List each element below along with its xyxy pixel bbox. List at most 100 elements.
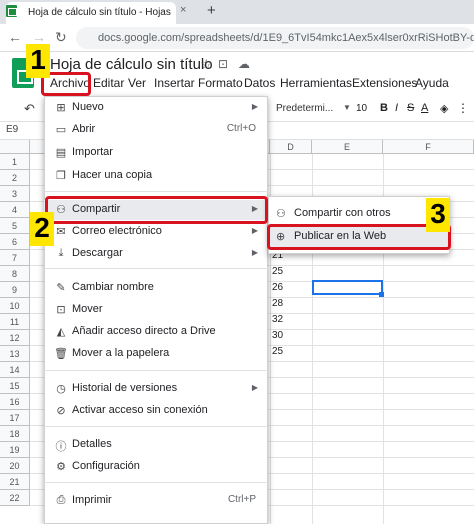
row-header[interactable]: 2 (0, 170, 30, 186)
menu-item-cambiar-nombre[interactable]: ✎ Cambiar nombre (44, 278, 268, 298)
menu-item-correo[interactable]: ✉ Correo electrónico ▶ (44, 222, 268, 242)
sheets-favicon-icon (6, 5, 17, 17)
chevron-down-icon[interactable]: ▼ (343, 103, 351, 112)
menu-divider (44, 191, 268, 192)
cell-d10[interactable]: 28 (272, 298, 283, 309)
menu-item-mover[interactable]: ⊡ Mover (44, 300, 268, 320)
menu-divider (44, 482, 268, 483)
row-header[interactable]: 1 (0, 154, 30, 170)
back-arrow-icon[interactable]: ← (8, 29, 22, 45)
column-header-f[interactable]: F (383, 140, 474, 154)
row-header[interactable]: 14 (0, 362, 30, 378)
row-header[interactable]: 7 (0, 250, 30, 266)
font-select[interactable]: Predetermi... (276, 103, 333, 114)
row-header[interactable]: 12 (0, 330, 30, 346)
move-folder-icon[interactable]: ⊡ (218, 57, 228, 71)
row-header[interactable]: 21 (0, 474, 30, 490)
row-header[interactable]: 9 (0, 282, 30, 298)
row-header[interactable]: 8 (0, 266, 30, 282)
fill-color-icon[interactable]: ◈ (440, 102, 448, 115)
gear-icon: ⚙ (56, 461, 66, 473)
select-all-corner[interactable] (0, 140, 30, 154)
menu-item-hacer-copia[interactable]: ❐ Hacer una copia (44, 166, 268, 186)
browser-tab[interactable]: Hoja de cálculo sin título - Hojas (6, 2, 176, 24)
trash-icon: 🗑 (54, 348, 68, 360)
column-header-e[interactable]: E (312, 140, 383, 154)
step-badge-3: 3 (426, 198, 450, 232)
menu-item-imprimir[interactable]: ⎙ Imprimir Ctrl+P (44, 491, 268, 511)
menu-item-label: Historial de versiones (72, 382, 178, 394)
menu-item-label: Descargar (72, 247, 123, 259)
row-header[interactable]: 6 (0, 234, 30, 250)
row-header[interactable]: 17 (0, 410, 30, 426)
forward-arrow-icon[interactable]: → (32, 29, 46, 45)
document-title[interactable]: Hoja de cálculo sin título (50, 56, 213, 73)
selected-cell-e9[interactable] (312, 280, 383, 295)
menu-item-nuevo[interactable]: ⊞ Nuevo ▶ (44, 98, 268, 118)
cloud-status-icon[interactable]: ☁ (238, 57, 250, 71)
cell-d11[interactable]: 32 (272, 314, 283, 325)
reload-icon[interactable]: ↻ (55, 29, 67, 46)
tab-close-icon[interactable]: × (180, 4, 186, 16)
name-box[interactable]: E9 (6, 124, 18, 135)
menu-item-papelera[interactable]: 🗑 Mover a la papelera (44, 344, 268, 364)
star-icon[interactable]: ☆ (200, 56, 213, 73)
cell-d13[interactable]: 25 (272, 346, 283, 357)
menu-item-acceso-directo[interactable]: ◭ Añadir acceso directo a Drive (44, 322, 268, 342)
row-header[interactable]: 22 (0, 490, 30, 506)
row-header[interactable]: 20 (0, 458, 30, 474)
url-input[interactable]: docs.google.com/spreadsheets/d/1E9_6TvI5… (76, 27, 474, 49)
menu-extensiones[interactable]: Extensiones (352, 76, 417, 90)
row-header[interactable]: 15 (0, 378, 30, 394)
menu-item-descargar[interactable]: ⤓ Descargar ▶ (44, 244, 268, 264)
strikethrough-icon[interactable]: S (407, 102, 414, 114)
menu-datos[interactable]: Datos (244, 76, 275, 90)
row-header[interactable]: 11 (0, 314, 30, 330)
cell-d9[interactable]: 26 (272, 282, 283, 293)
move-folder-icon: ⊡ (56, 304, 66, 316)
row-header[interactable]: 3 (0, 186, 30, 202)
menu-item-detalles[interactable]: ⓘ Detalles (44, 435, 268, 455)
menu-item-label: Activar acceso sin conexión (72, 404, 208, 416)
fill-handle[interactable] (379, 292, 384, 297)
step-badge-1: 1 (26, 44, 50, 78)
menu-formato[interactable]: Formato (198, 76, 243, 90)
menu-item-importar[interactable]: ▤ Importar (44, 143, 268, 163)
shortcut-label: Ctrl+O (226, 123, 256, 134)
row-header[interactable]: 4 (0, 202, 30, 218)
font-size-select[interactable]: 10 (356, 103, 367, 114)
bold-icon[interactable]: B (380, 102, 388, 114)
menu-ayuda[interactable]: Ayuda (415, 76, 449, 90)
menu-divider (44, 268, 268, 269)
chevron-right-icon: ▶ (251, 102, 258, 111)
menu-item-label: Cambiar nombre (72, 281, 154, 293)
plus-square-icon: ⊞ (56, 102, 66, 114)
submenu-compartir-con-otros[interactable]: ⚇ Compartir con otros (268, 204, 450, 224)
undo-icon[interactable]: ↶ (24, 101, 35, 117)
cell-d12[interactable]: 30 (272, 330, 283, 341)
menu-editar[interactable]: Editar (93, 76, 124, 90)
menu-item-sin-conexion[interactable]: ⊘ Activar acceso sin conexión (44, 401, 268, 421)
menu-item-label: Mover (72, 303, 103, 315)
row-header[interactable]: 10 (0, 298, 30, 314)
pencil-icon: ✎ (56, 282, 66, 294)
menu-item-abrir[interactable]: ▭ Abrir Ctrl+O (44, 120, 268, 140)
more-options-icon[interactable]: ⋮ (457, 101, 469, 115)
row-header[interactable]: 19 (0, 442, 30, 458)
menu-herramientas[interactable]: Herramientas (280, 76, 352, 90)
text-color-icon[interactable]: A (421, 102, 428, 114)
row-header[interactable]: 5 (0, 218, 30, 234)
row-header[interactable]: 16 (0, 394, 30, 410)
menu-insertar[interactable]: Insertar (154, 76, 195, 90)
cell-d8[interactable]: 25 (272, 266, 283, 277)
highlight-publicar (267, 224, 451, 250)
menu-item-historial[interactable]: ◷ Historial de versiones ▶ (44, 379, 268, 399)
new-tab-button[interactable]: + (207, 2, 216, 19)
menu-item-configuracion[interactable]: ⚙ Configuración (44, 457, 268, 477)
menu-divider (44, 370, 268, 371)
menu-ver[interactable]: Ver (128, 76, 146, 90)
row-header[interactable]: 13 (0, 346, 30, 362)
column-header-d[interactable]: D (270, 140, 312, 154)
row-header[interactable]: 18 (0, 426, 30, 442)
italic-icon[interactable]: I (395, 102, 398, 114)
